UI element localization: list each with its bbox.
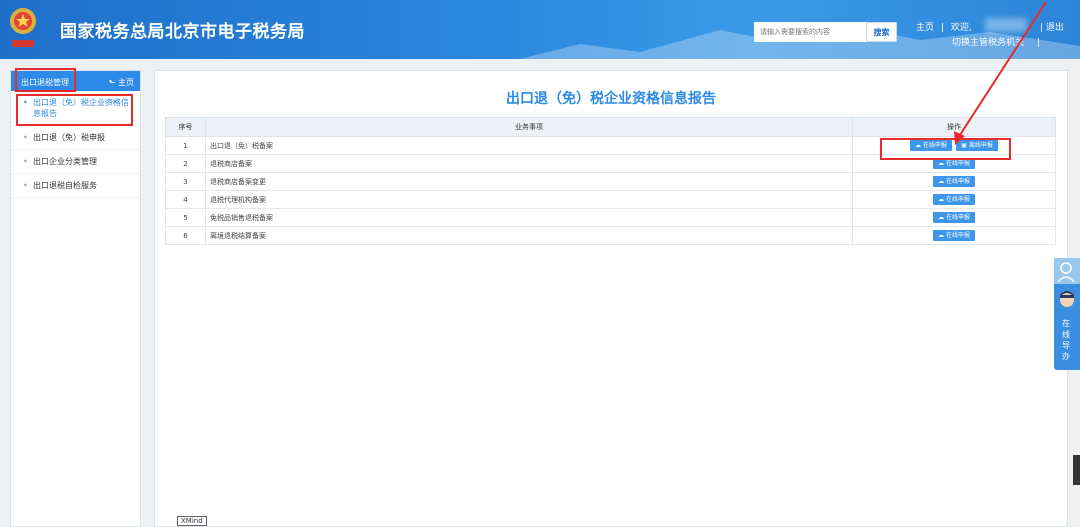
annotation-box-sidebar-item xyxy=(16,94,133,126)
online-declare-button[interactable]: ☁ 在线申报 xyxy=(933,176,975,187)
online-declare-label: 在线申报 xyxy=(945,196,970,203)
online-declare-button[interactable]: ☁ 在线申报 xyxy=(933,230,975,241)
scrollbar-handle[interactable] xyxy=(1073,455,1080,485)
row-item: 退税商店备案 xyxy=(205,154,853,173)
logout-link[interactable]: | 退出 xyxy=(1040,20,1064,33)
row-item: 出口退（免）税备案 xyxy=(205,136,853,155)
cloud-icon: ☁ xyxy=(938,178,945,185)
assistant-avatar-icon xyxy=(1060,291,1074,307)
top-links: 主页 | 欢迎, xyxy=(916,20,976,33)
sidebar-home-link[interactable]: ⬑ 主页 xyxy=(109,77,134,88)
table-row: 3 退税商店备案变更 ☁ 在线申报 xyxy=(165,172,1056,191)
table-row: 5 免税品销售退税备案 ☁ 在线申报 xyxy=(165,208,1056,227)
sidebar: 出口退税管理 ⬑ 主页 出口退（免）税企业资格信息报告 出口退（免）税申报 出口… xyxy=(10,70,141,527)
cloud-icon: ☁ xyxy=(938,214,945,221)
search-button[interactable]: 搜索 xyxy=(866,22,897,42)
redacted-username xyxy=(985,18,1027,32)
row-num: 4 xyxy=(165,190,206,209)
online-guide-label: 在线导办 xyxy=(1062,319,1070,361)
row-ops: ☁ 在线申报 xyxy=(852,172,1056,191)
row-item: 退税代理机构备案 xyxy=(205,190,853,209)
separator: | xyxy=(1036,38,1040,48)
online-guide-widget[interactable]: 在线导办 xyxy=(1054,258,1080,370)
row-num: 1 xyxy=(165,136,206,155)
business-table: 序号 业务事项 操作 1 出口退（免）税备案 ☁ 在线申报 ▣ 离线申报 2 退… xyxy=(165,117,1056,245)
col-num: 序号 xyxy=(165,117,206,137)
row-num: 3 xyxy=(165,172,206,191)
row-num: 5 xyxy=(165,208,206,227)
table-row: 6 离境退税结算备案 ☁ 在线申报 xyxy=(165,226,1056,245)
row-num: 2 xyxy=(165,154,206,173)
sidebar-item-classification[interactable]: 出口企业分类管理 xyxy=(11,150,140,174)
col-item: 业务事项 xyxy=(205,117,853,137)
sidebar-item-self-check[interactable]: 出口退税自检服务 xyxy=(11,174,140,198)
online-declare-label: 在线申报 xyxy=(945,160,970,167)
cloud-icon: ☁ xyxy=(938,232,945,239)
online-declare-label: 在线申报 xyxy=(945,232,970,239)
annotation-box-sidebar-title xyxy=(15,68,76,92)
cloud-icon: ☁ xyxy=(938,196,945,203)
row-item: 退税商店备案变更 xyxy=(205,172,853,191)
welcome-text: 欢迎, xyxy=(950,23,972,33)
online-declare-button[interactable]: ☁ 在线申报 xyxy=(933,194,975,205)
site-title: 国家税务总局北京市电子税务局 xyxy=(60,22,305,42)
online-declare-label: 在线申报 xyxy=(945,214,970,221)
row-ops: ☁ 在线申报 xyxy=(852,226,1056,245)
separator: | xyxy=(1040,23,1044,33)
online-declare-label: 在线申报 xyxy=(945,178,970,185)
page-title: 出口退（免）税企业资格信息报告 xyxy=(506,91,716,107)
row-ops: ☁ 在线申报 xyxy=(852,208,1056,227)
xmind-watermark: XMind xyxy=(177,516,207,526)
switch-org-link[interactable]: 切换主管税务机关 | xyxy=(952,35,1040,48)
home-link[interactable]: 主页 xyxy=(916,23,934,33)
row-item: 免税品销售退税备案 xyxy=(205,208,853,227)
sidebar-item-refund-declaration[interactable]: 出口退（免）税申报 xyxy=(11,126,140,150)
user-star-icon xyxy=(1054,258,1080,284)
cloud-icon: ☁ xyxy=(938,160,945,167)
header-bar: 国家税务总局北京市电子税务局 搜索 主页 | 欢迎, 切换主管税务机关 | | … xyxy=(0,0,1080,59)
logout-label[interactable]: 退出 xyxy=(1046,23,1064,33)
annotation-box-ops-header xyxy=(880,138,1011,160)
online-declare-button[interactable]: ☁ 在线申报 xyxy=(933,212,975,223)
row-num: 6 xyxy=(165,226,206,245)
table-row: 4 退税代理机构备案 ☁ 在线申报 xyxy=(165,190,1056,209)
sidebar-home-label[interactable]: 主页 xyxy=(118,78,134,87)
row-ops: ☁ 在线申报 xyxy=(852,190,1056,209)
row-item: 离境退税结算备案 xyxy=(205,226,853,245)
search-input[interactable] xyxy=(754,22,866,42)
col-ops: 操作 xyxy=(852,117,1056,137)
switch-org-label[interactable]: 切换主管税务机关 xyxy=(952,38,1024,48)
table-header-row: 序号 业务事项 操作 xyxy=(165,117,1056,137)
separator: | xyxy=(940,23,944,33)
tax-emblem-icon xyxy=(10,8,36,47)
back-arrow-icon: ⬑ xyxy=(108,78,116,87)
